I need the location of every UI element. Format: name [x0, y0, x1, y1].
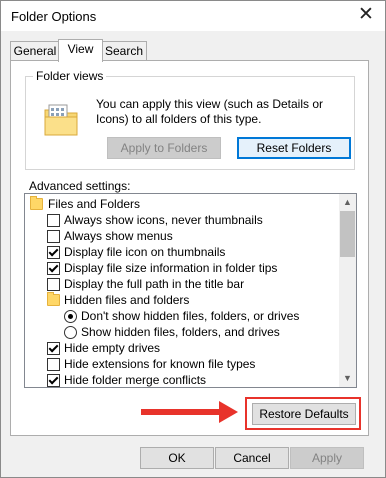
tree-item-label: Hide empty drives	[64, 341, 161, 355]
annotation-arrow-shaft	[141, 409, 223, 415]
folder-views-group: Folder views You can apply this view (su…	[25, 69, 355, 170]
close-icon[interactable]: ✕	[358, 5, 374, 25]
scroll-up-icon[interactable]: ▲	[339, 194, 356, 211]
advanced-settings-label: Advanced settings:	[29, 179, 131, 193]
view-tab-panel: Folder views You can apply this view (su…	[10, 60, 369, 436]
checkbox[interactable]	[47, 342, 60, 355]
checkbox[interactable]	[47, 246, 60, 259]
tree-item-label: Don't show hidden files, folders, or dri…	[81, 309, 300, 323]
reset-folders-button[interactable]: Reset Folders	[237, 137, 351, 159]
tree-item-label: Hidden files and folders	[64, 293, 190, 307]
folder-views-description: You can apply this view (such as Details…	[96, 97, 324, 126]
window-title: Folder Options	[11, 9, 97, 24]
advanced-settings-tree[interactable]: Files and Folders Always show icons, nev…	[24, 193, 357, 388]
checkbox[interactable]	[47, 374, 60, 387]
checkbox[interactable]	[47, 214, 60, 227]
tree-item-label: Show hidden files, folders, and drives	[81, 325, 280, 339]
tree-item-label: Display the full path in the title bar	[64, 277, 245, 291]
checkbox[interactable]	[47, 262, 60, 275]
apply-button[interactable]: Apply	[290, 447, 364, 469]
checkbox[interactable]	[47, 278, 60, 291]
tree-item-label: Display file icon on thumbnails	[64, 245, 226, 259]
scrollbar-thumb[interactable]	[340, 211, 355, 257]
apply-to-folders-button[interactable]: Apply to Folders	[107, 137, 221, 159]
tree-item-label: Files and Folders	[48, 197, 141, 211]
radio-button[interactable]	[64, 310, 77, 323]
tree-item-label: Always show menus	[64, 229, 173, 243]
radio-button[interactable]	[64, 326, 77, 339]
tree-item-label: Hide extensions for known file types	[64, 357, 256, 371]
tab-view[interactable]: View	[58, 39, 103, 62]
tree-item-label: Display file size information in folder …	[64, 261, 278, 275]
restore-defaults-button[interactable]: Restore Defaults	[252, 403, 356, 425]
checkbox[interactable]	[47, 230, 60, 243]
tab-search[interactable]: Search	[101, 41, 147, 61]
scroll-down-icon[interactable]: ▼	[339, 370, 356, 387]
checkbox[interactable]	[47, 358, 60, 371]
vertical-scrollbar[interactable]: ▲ ▼	[339, 194, 356, 387]
annotation-arrow-icon	[219, 401, 238, 423]
folder-options-window: Folder Options ✕ General View Search Fol…	[0, 0, 386, 478]
ok-button[interactable]: OK	[140, 447, 214, 469]
folder-icon	[47, 292, 60, 306]
folder-icon	[30, 196, 43, 210]
folder-views-legend: Folder views	[33, 69, 107, 83]
folder-view-icon	[44, 104, 78, 136]
cancel-button[interactable]: Cancel	[215, 447, 289, 469]
tree-item-label: Always show icons, never thumbnails	[64, 213, 263, 227]
tab-general[interactable]: General	[10, 41, 60, 61]
tree-item-label: Hide folder merge conflicts	[64, 373, 207, 387]
title-bar: Folder Options ✕	[1, 1, 385, 31]
